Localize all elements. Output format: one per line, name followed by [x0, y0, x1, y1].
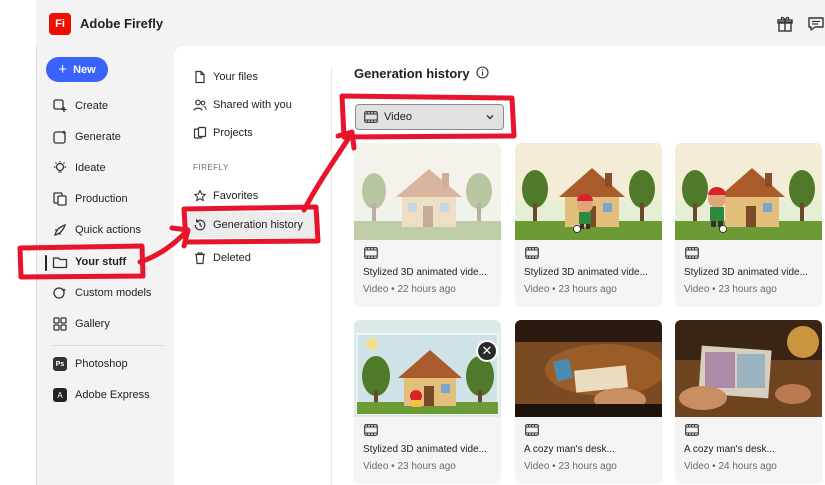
video-icon	[364, 424, 378, 436]
sidebar-item-label: Photoshop	[75, 358, 128, 370]
sidebar-item-create[interactable]: Create	[52, 96, 108, 116]
firefly-logo[interactable]: Fi	[49, 13, 71, 35]
sidebar-divider	[52, 345, 164, 346]
video-thumbnail[interactable]	[515, 320, 662, 417]
gift-icon[interactable]	[776, 15, 794, 33]
dropdown-value: Video	[384, 111, 412, 123]
generate-icon	[53, 130, 67, 144]
sidebar-item-label: Quick actions	[75, 224, 142, 236]
sidebar-item-label: Generate	[75, 131, 121, 143]
card-title: Stylized 3D animated vide...	[363, 267, 487, 278]
video-icon	[364, 247, 378, 259]
sidebar-item-label: Adobe Express	[75, 389, 150, 401]
create-icon	[53, 99, 67, 112]
subnav-item-label: Favorites	[213, 190, 259, 202]
generation-card[interactable]: Stylized 3D animated vide... Video • 23 …	[515, 143, 662, 307]
sidebar-item-quick-actions[interactable]: Quick actions	[52, 220, 141, 240]
sidebar-item-label: Your stuff	[75, 256, 127, 268]
card-title: Stylized 3D animated vide...	[684, 267, 808, 278]
subnav-divider	[331, 66, 332, 485]
sidebar-item-ideate[interactable]: Ideate	[52, 158, 106, 178]
plus-icon: +	[58, 61, 68, 78]
card-title: A cozy man's desk...	[684, 444, 775, 455]
sidebar-item-label: Create	[75, 100, 109, 112]
video-thumbnail[interactable]	[354, 143, 501, 240]
sidebar-item-custom-models[interactable]: Custom models	[52, 283, 151, 303]
media-type-dropdown[interactable]: Video	[355, 104, 504, 130]
generation-card[interactable]: A cozy man's desk... Video • 24 hours ag…	[675, 320, 822, 484]
chevron-down-icon	[486, 115, 494, 120]
new-button[interactable]: + New	[46, 57, 108, 82]
app-window: Fi Adobe Firefly + New Create Generate I…	[0, 0, 825, 485]
sidebar-item-label: Ideate	[75, 162, 106, 174]
sidebar-item-label: Gallery	[75, 318, 110, 330]
production-icon	[53, 192, 67, 206]
video-thumbnail[interactable]	[675, 143, 822, 240]
card-meta: Video • 23 hours ago	[684, 284, 777, 295]
subnav-item-your-files[interactable]: Your files	[193, 67, 258, 87]
photoshop-icon: Ps	[53, 357, 67, 371]
custom-models-icon	[53, 287, 66, 299]
card-title: Stylized 3D animated vide...	[524, 267, 648, 278]
subnav-item-label: Your files	[213, 71, 258, 83]
sidebar-item-generate[interactable]: Generate	[52, 127, 121, 147]
quick-actions-icon	[54, 223, 67, 236]
folder-icon	[52, 257, 68, 269]
sidebar-item-label: Production	[75, 193, 128, 205]
video-icon	[525, 247, 539, 259]
card-meta: Video • 22 hours ago	[363, 284, 456, 295]
generation-card[interactable]: Stylized 3D animated vide... Video • 22 …	[354, 143, 501, 307]
card-title: A cozy man's desk...	[524, 444, 615, 455]
subnav-item-label: Projects	[213, 127, 253, 139]
card-title: Stylized 3D animated vide...	[363, 444, 487, 455]
app-name[interactable]: Adobe Firefly	[80, 16, 163, 31]
video-icon	[685, 247, 699, 259]
top-bar: Fi Adobe Firefly	[36, 0, 825, 46]
trash-icon	[195, 252, 205, 265]
projects-icon	[193, 126, 207, 139]
subnav-item-favorites[interactable]: Favorites	[193, 186, 258, 206]
feedback-icon[interactable]	[807, 15, 825, 33]
subnav-item-label: Deleted	[213, 252, 251, 264]
card-meta: Video • 23 hours ago	[524, 461, 617, 472]
close-icon[interactable]: ✕	[476, 340, 498, 362]
card-meta: Video • 23 hours ago	[524, 284, 617, 295]
video-icon	[525, 424, 539, 436]
subnav-section-heading: FIREFLY	[193, 163, 229, 172]
page-title: Generation history	[354, 66, 470, 81]
sidebar-item-your-stuff[interactable]: Your stuff	[52, 252, 126, 272]
generation-card[interactable]: Stylized 3D animated vide... Video • 23 …	[675, 143, 822, 307]
generation-card[interactable]: A cozy man's desk... Video • 23 hours ag…	[515, 320, 662, 484]
new-button-label: New	[73, 63, 96, 76]
active-indicator	[45, 255, 47, 271]
star-icon	[194, 189, 206, 202]
sidebar-item-photoshop[interactable]: Ps Photoshop	[52, 354, 128, 374]
adobe-express-icon: A	[53, 388, 67, 402]
subnav-item-shared[interactable]: Shared with you	[193, 95, 292, 115]
ideate-icon	[54, 161, 66, 173]
shared-icon	[193, 99, 207, 111]
video-icon	[364, 111, 378, 123]
history-icon	[194, 219, 206, 231]
card-meta: Video • 24 hours ago	[684, 461, 777, 472]
gallery-icon	[53, 317, 67, 331]
subnav-item-label: Generation history	[213, 219, 303, 231]
video-thumbnail[interactable]	[675, 320, 822, 417]
sidebar-item-production[interactable]: Production	[52, 189, 128, 209]
video-thumbnail[interactable]	[354, 320, 501, 417]
video-icon	[685, 424, 699, 436]
subnav-item-deleted[interactable]: Deleted	[193, 248, 251, 268]
sidebar-item-adobe-express[interactable]: A Adobe Express	[52, 385, 150, 405]
sidebar-item-gallery[interactable]: Gallery	[52, 314, 110, 334]
card-meta: Video • 23 hours ago	[363, 461, 456, 472]
subnav-item-label: Shared with you	[213, 99, 292, 111]
sidebar-item-label: Custom models	[75, 287, 152, 299]
files-icon	[195, 70, 205, 84]
subnav-item-generation-history[interactable]: Generation history	[186, 212, 320, 238]
video-thumbnail[interactable]	[515, 143, 662, 240]
info-icon[interactable]	[476, 66, 489, 79]
subnav-item-projects[interactable]: Projects	[193, 123, 253, 143]
